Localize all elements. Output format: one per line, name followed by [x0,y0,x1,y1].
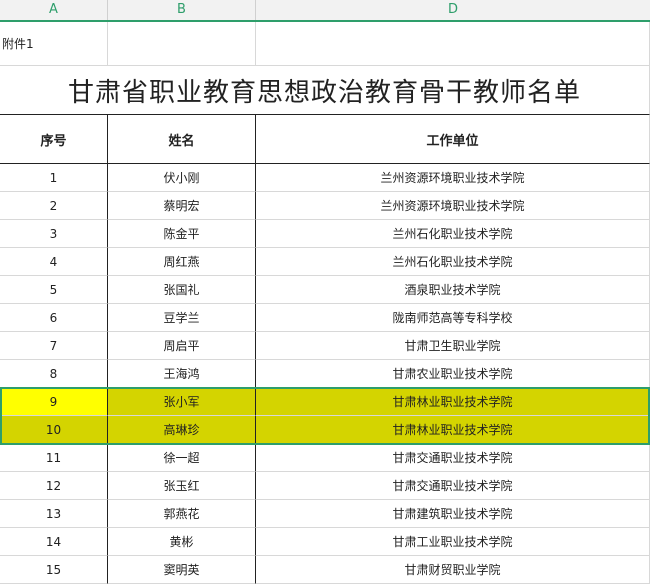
row-serial-number[interactable]: 1 [0,164,108,192]
row-serial-number[interactable]: 14 [0,528,108,556]
column-header-a[interactable]: A [0,0,108,20]
column-header-b[interactable]: B [108,0,256,20]
row-serial-number[interactable]: 7 [0,332,108,360]
row-name[interactable]: 窦明英 [108,556,256,584]
row-serial-number[interactable]: 8 [0,360,108,388]
empty-cell[interactable] [108,22,256,66]
column-header-d[interactable]: D [256,0,650,20]
attachment-label[interactable]: 附件1 [0,22,108,66]
row-name[interactable]: 蔡明宏 [108,192,256,220]
row-work-unit[interactable]: 酒泉职业技术学院 [256,276,650,304]
row-serial-number[interactable]: 2 [0,192,108,220]
row-work-unit[interactable]: 兰州资源环境职业技术学院 [256,164,650,192]
row-name[interactable]: 周启平 [108,332,256,360]
row-work-unit[interactable]: 甘肃交通职业技术学院 [256,472,650,500]
column-header-bar: A B D [0,0,650,22]
row-serial-number[interactable]: 11 [0,444,108,472]
row-name[interactable]: 张国礼 [108,276,256,304]
header-name[interactable]: 姓名 [108,115,256,164]
header-serial-number[interactable]: 序号 [0,115,108,164]
row-work-unit[interactable]: 甘肃林业职业技术学院 [256,416,650,444]
row-name[interactable]: 张玉红 [108,472,256,500]
row-name[interactable]: 陈金平 [108,220,256,248]
row-serial-number[interactable]: 12 [0,472,108,500]
row-work-unit[interactable]: 甘肃农业职业技术学院 [256,360,650,388]
row-name[interactable]: 周红燕 [108,248,256,276]
row-work-unit[interactable]: 甘肃建筑职业技术学院 [256,500,650,528]
row-name[interactable]: 伏小刚 [108,164,256,192]
row-name[interactable]: 黄彬 [108,528,256,556]
row-name[interactable]: 徐一超 [108,444,256,472]
row-work-unit[interactable]: 甘肃工业职业技术学院 [256,528,650,556]
row-serial-number[interactable]: 4 [0,248,108,276]
row-serial-number[interactable]: 3 [0,220,108,248]
row-work-unit[interactable]: 甘肃交通职业技术学院 [256,444,650,472]
row-serial-number[interactable]: 10 [0,416,108,444]
row-serial-number[interactable]: 5 [0,276,108,304]
row-name[interactable]: 张小军 [108,388,256,416]
sheet-title[interactable]: 甘肃省职业教育思想政治教育骨干教师名单 [0,66,650,115]
row-name[interactable]: 高琳珍 [108,416,256,444]
row-work-unit[interactable]: 甘肃林业职业技术学院 [256,388,650,416]
row-work-unit[interactable]: 兰州石化职业技术学院 [256,248,650,276]
row-serial-number[interactable]: 13 [0,500,108,528]
row-work-unit[interactable]: 甘肃卫生职业学院 [256,332,650,360]
row-serial-number[interactable]: 9 [0,388,108,416]
row-name[interactable]: 王海鸿 [108,360,256,388]
row-name[interactable]: 豆学兰 [108,304,256,332]
row-serial-number[interactable]: 15 [0,556,108,584]
row-work-unit[interactable]: 陇南师范高等专科学校 [256,304,650,332]
header-work-unit[interactable]: 工作单位 [256,115,650,164]
row-name[interactable]: 郭燕花 [108,500,256,528]
row-work-unit[interactable]: 兰州资源环境职业技术学院 [256,192,650,220]
row-work-unit[interactable]: 甘肃财贸职业学院 [256,556,650,584]
empty-cell[interactable] [256,22,650,66]
row-work-unit[interactable]: 兰州石化职业技术学院 [256,220,650,248]
row-serial-number[interactable]: 6 [0,304,108,332]
